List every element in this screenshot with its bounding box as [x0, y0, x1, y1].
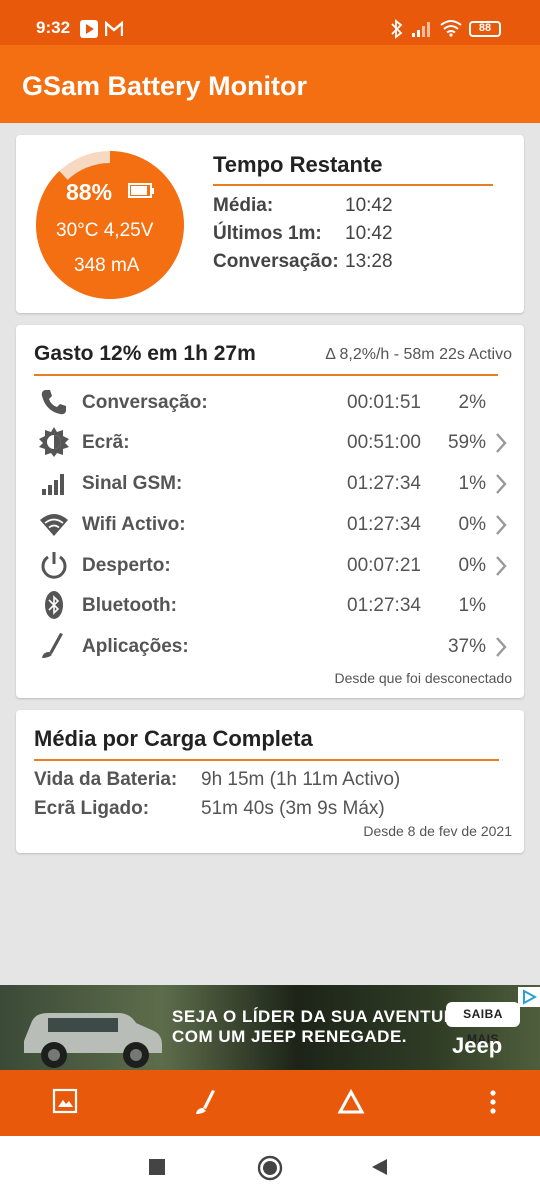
- battery-life-value: 9h 15m (1h 11m Activo): [201, 769, 401, 790]
- usage-row-signal[interactable]: Sinal GSM: 01:27:34 1%: [16, 464, 524, 504]
- screen-on-value: 51m 40s (3m 9s Máx): [201, 798, 385, 819]
- bluetooth-status-icon: [391, 19, 403, 39]
- usage-label: Aplicações:: [82, 636, 189, 657]
- summary-card: 88% 30°C 4,25V 348 mA Tempo Restante Méd…: [16, 135, 524, 313]
- usage-rate: Δ 8,2%/h - 58m 22s Activo: [325, 346, 512, 363]
- ad-brand-logo: Jeep: [452, 1033, 503, 1058]
- back-icon[interactable]: [370, 1158, 388, 1176]
- battery-current: 348 mA: [74, 255, 140, 276]
- system-nav-bar: [0, 1136, 540, 1200]
- ad-line-1: SEJA O LÍDER DA SUA AVENTURA: [172, 1007, 470, 1026]
- bottom-action-bar: [0, 1070, 540, 1136]
- ad-learn-more-button[interactable]: SAIBA MAIS: [446, 1002, 520, 1046]
- usage-percent: 37%: [447, 636, 486, 657]
- usage-row-awake[interactable]: Desperto: 00:07:21 0%: [16, 546, 524, 586]
- battery-icon: [128, 183, 154, 198]
- battery-percent: 88%: [66, 179, 113, 205]
- usage-footer: Desde que foi desconectado: [334, 670, 512, 686]
- usage-duration: 01:27:34: [347, 514, 421, 535]
- chevron-right-icon[interactable]: [494, 431, 508, 455]
- usage-card: Gasto 12% em 1h 27m Δ 8,2%/h - 58m 22s A…: [16, 325, 524, 698]
- usage-percent: 59%: [447, 432, 486, 453]
- chevron-right-icon[interactable]: [494, 554, 508, 578]
- full-charge-title: Média por Carga Completa: [34, 726, 313, 751]
- gmail-icon: [105, 21, 123, 36]
- usage-row-wifi[interactable]: Wifi Activo: 01:27:34 0%: [16, 505, 524, 545]
- apps-icon[interactable]: [193, 1088, 221, 1116]
- more-vert-icon[interactable]: [487, 1088, 499, 1116]
- remaining-row-label: Média:: [213, 195, 274, 216]
- usage-label: Conversação:: [82, 392, 208, 413]
- full-charge-card: Média por Carga Completa Vida da Bateria…: [16, 710, 524, 853]
- usage-label: Ecrã:: [82, 432, 130, 453]
- usage-duration: 01:27:34: [347, 595, 421, 616]
- usage-duration: 00:51:00: [347, 432, 421, 453]
- usage-row-bluetooth[interactable]: Bluetooth: 01:27:34 1%: [16, 586, 524, 626]
- usage-percent: 1%: [458, 595, 486, 616]
- usage-percent: 1%: [458, 473, 486, 494]
- home-icon[interactable]: [257, 1155, 283, 1181]
- usage-percent: 0%: [458, 555, 486, 576]
- remaining-row-value: 10:42: [345, 195, 393, 216]
- usage-percent: 2%: [458, 392, 486, 413]
- usage-label: Wifi Activo:: [82, 514, 186, 535]
- usage-row-call[interactable]: Conversação: 00:01:51 2%: [16, 383, 524, 423]
- app-title: GSam Battery Monitor: [22, 71, 308, 101]
- app-bar: GSam Battery Monitor: [0, 45, 540, 123]
- ad-line-2: COM UM JEEP RENEGADE.: [172, 1027, 408, 1046]
- title-underline: [213, 184, 493, 186]
- remaining-row-value: 13:28: [345, 251, 393, 272]
- battery-life-label: Vida da Bateria:: [34, 769, 178, 790]
- usage-row-screen[interactable]: Ecrã: 00:51:00 59%: [16, 423, 524, 463]
- usage-title: Gasto 12% em 1h 27m: [34, 342, 256, 365]
- remaining-row-label: Conversação:: [213, 251, 339, 272]
- remaining-title: Tempo Restante: [213, 152, 383, 177]
- status-time: 9:32: [36, 18, 71, 37]
- youtube-music-icon: [80, 20, 98, 38]
- apps-icon: [42, 633, 63, 658]
- chevron-right-icon[interactable]: [494, 635, 508, 659]
- signal-status-icon: [412, 22, 430, 37]
- temperature-voltage: 30°C 4,25V: [56, 220, 154, 241]
- usage-duration: 01:27:34: [347, 473, 421, 494]
- title-underline: [34, 374, 498, 376]
- chevron-right-icon[interactable]: [494, 513, 508, 537]
- remaining-row-value: 10:42: [345, 223, 393, 244]
- signal-icon: [42, 474, 64, 495]
- wifi-status-icon: [440, 20, 462, 37]
- delta-icon[interactable]: [337, 1088, 365, 1116]
- status-bar: 9:32 88: [0, 0, 540, 45]
- usage-row-apps[interactable]: Aplicações: 37%: [16, 627, 524, 667]
- ad-choices-icon[interactable]: [518, 987, 540, 1007]
- ad-car-image: [24, 1013, 162, 1068]
- wifi-icon: [40, 514, 68, 536]
- title-underline: [34, 759, 499, 761]
- usage-label: Desperto:: [82, 555, 171, 576]
- brightness-icon: [39, 427, 69, 457]
- screen-on-label: Ecrã Ligado:: [34, 798, 150, 819]
- bluetooth-icon: [45, 591, 63, 619]
- phone-icon: [41, 390, 66, 415]
- battery-status-text: 88: [478, 22, 492, 34]
- full-charge-footer: Desde 8 de fev de 2021: [363, 823, 512, 839]
- battery-status-icon: 88: [469, 21, 501, 37]
- power-icon: [41, 552, 67, 579]
- chevron-right-icon[interactable]: [494, 472, 508, 496]
- ad-banner[interactable]: SEJA O LÍDER DA SUA AVENTURA COM UM JEEP…: [0, 985, 540, 1070]
- ad-text: SEJA O LÍDER DA SUA AVENTURA COM UM JEEP…: [172, 1007, 469, 1047]
- usage-duration: 00:07:21: [347, 555, 421, 576]
- remaining-row-label: Últimos 1m:: [213, 223, 322, 244]
- usage-duration: 00:01:51: [347, 392, 421, 413]
- image-icon[interactable]: [52, 1088, 78, 1114]
- usage-label: Bluetooth:: [82, 595, 177, 616]
- usage-percent: 0%: [458, 514, 486, 535]
- recents-icon[interactable]: [149, 1159, 165, 1175]
- usage-label: Sinal GSM:: [82, 473, 183, 494]
